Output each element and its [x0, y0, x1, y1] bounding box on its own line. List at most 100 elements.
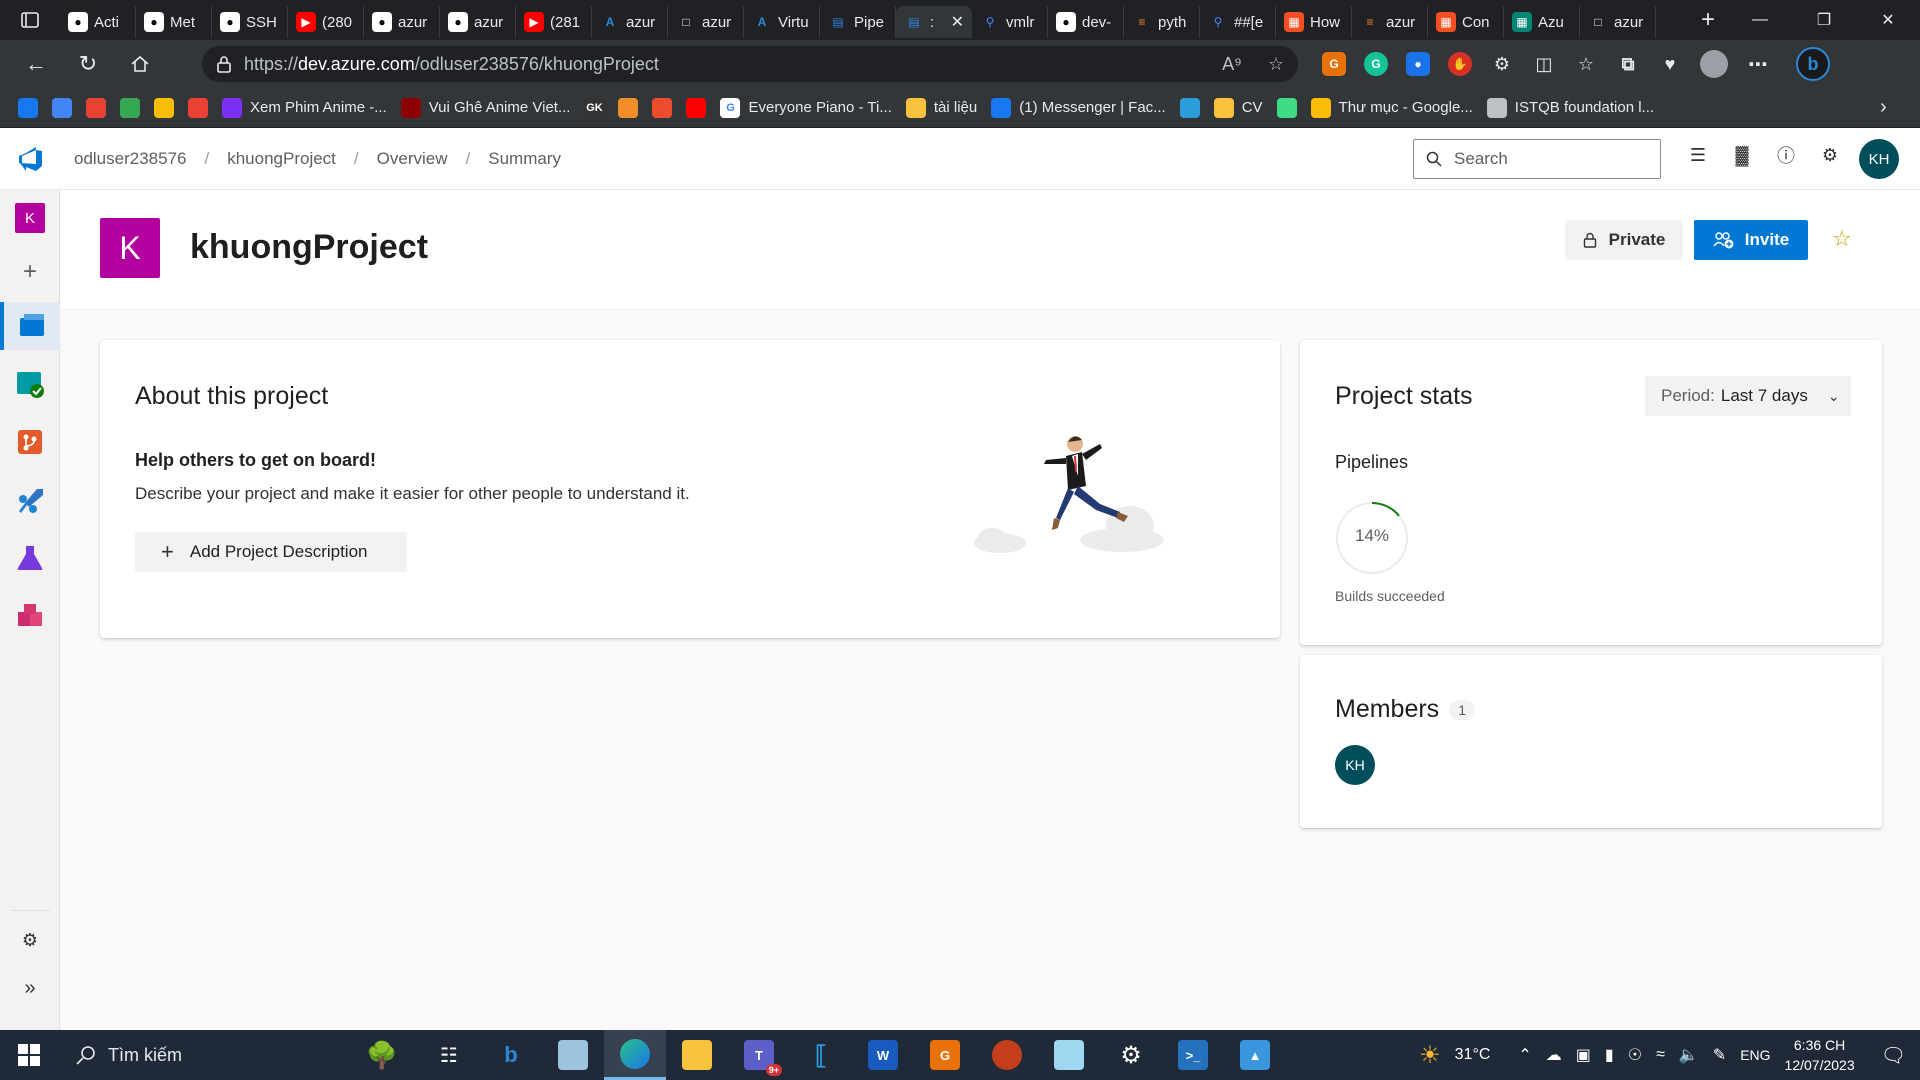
nav-project-overview[interactable]: K: [0, 194, 60, 242]
browser-tab[interactable]: □ azur: [668, 6, 744, 38]
nav-test-plans[interactable]: [0, 534, 60, 582]
refresh-button[interactable]: ↻: [62, 44, 114, 84]
onedrive-cloud-icon[interactable]: ☁: [1546, 1045, 1562, 1065]
close-tab-icon[interactable]: ✕: [951, 12, 964, 32]
browser-tab[interactable]: A Virtu: [744, 6, 820, 38]
bing-app[interactable]: b: [480, 1030, 542, 1080]
bookmark-item[interactable]: Xem Phim Anime -...: [222, 97, 387, 118]
azure-devops-logo-icon[interactable]: [0, 145, 60, 173]
collections-icon[interactable]: ⧉: [1616, 52, 1640, 76]
tab-actions-button[interactable]: [0, 0, 60, 40]
address-bar[interactable]: https://dev.azure.com/odluser238576/khuo…: [202, 46, 1298, 82]
pen-icon[interactable]: ✎: [1713, 1045, 1726, 1065]
translate-app[interactable]: G: [914, 1030, 976, 1080]
browser-tab[interactable]: ● Met: [136, 6, 212, 38]
browser-tab[interactable]: ⚲ ##[e: [1200, 6, 1276, 38]
browser-tab[interactable]: ▶ (280: [288, 6, 364, 38]
browser-tab[interactable]: ▤ Pipe: [820, 6, 896, 38]
ado-search-input[interactable]: Search: [1413, 139, 1661, 179]
settings-app[interactable]: ⚙: [1100, 1030, 1162, 1080]
member-avatar[interactable]: KH: [1335, 745, 1375, 785]
browser-tab[interactable]: ● azur: [440, 6, 516, 38]
bookmark-item[interactable]: [1276, 97, 1297, 118]
browser-tab[interactable]: ● azur: [364, 6, 440, 38]
display-icon[interactable]: ▣: [1576, 1045, 1591, 1065]
volume-icon[interactable]: 🔈: [1679, 1045, 1699, 1065]
browser-tab[interactable]: □ azur: [1580, 6, 1656, 38]
marketplace-bag-icon[interactable]: ▓: [1732, 145, 1752, 166]
profile-avatar-icon[interactable]: [1700, 50, 1728, 78]
weather-temperature[interactable]: 31°C: [1455, 1046, 1491, 1064]
browser-tab[interactable]: ≡ azur: [1352, 6, 1428, 38]
help-icon[interactable]: ⓘ: [1776, 142, 1796, 168]
browser-tab[interactable]: ▦ How: [1276, 6, 1352, 38]
browser-tab[interactable]: ▤: ✕: [896, 6, 972, 38]
bookmark-item[interactable]: [120, 97, 140, 118]
bookmark-item[interactable]: (1) Messenger | Fac...: [991, 97, 1166, 118]
browser-essentials-icon[interactable]: ♥: [1658, 52, 1682, 76]
breadcrumb-summary[interactable]: Summary: [488, 149, 561, 169]
private-button[interactable]: Private: [1565, 220, 1683, 260]
bookmark-item[interactable]: CV: [1213, 97, 1263, 118]
show-hidden-icons-chevron-icon[interactable]: ⌃: [1518, 1045, 1531, 1065]
bookmark-item[interactable]: [686, 97, 707, 118]
taskbar-clock[interactable]: 6:36 CH 12/07/2023: [1785, 1035, 1855, 1075]
split-screen-icon[interactable]: ◫: [1532, 52, 1556, 76]
nav-artifacts[interactable]: [0, 592, 60, 640]
user-avatar[interactable]: KH: [1859, 139, 1899, 179]
bookmark-item[interactable]: Vui Ghê Anime Viet...: [400, 97, 570, 118]
wifi-icon[interactable]: ≈: [1656, 1046, 1665, 1064]
browser-tab[interactable]: ● dev-: [1048, 6, 1124, 38]
app-frame[interactable]: [542, 1030, 604, 1080]
favorites-icon[interactable]: ☆: [1574, 52, 1598, 76]
bookmark-item[interactable]: [86, 97, 106, 118]
expand-nav-chevron-icon[interactable]: »: [0, 964, 60, 1012]
bookmarks-overflow-chevron-icon[interactable]: ›: [1880, 96, 1887, 119]
grammarly-extension-icon[interactable]: G: [1364, 52, 1388, 76]
bing-chat-icon[interactable]: b: [1796, 47, 1830, 81]
bookmark-item[interactable]: [52, 97, 72, 118]
meet-now-icon[interactable]: ☉: [1628, 1045, 1642, 1065]
bookmark-item[interactable]: GK: [584, 97, 605, 118]
bookmark-item[interactable]: [154, 97, 174, 118]
restore-button[interactable]: ❐: [1792, 0, 1856, 40]
bookmark-item[interactable]: ISTQB foundation l...: [1486, 97, 1654, 118]
home-button[interactable]: [114, 44, 166, 84]
browser-tab[interactable]: ● SSH: [212, 6, 288, 38]
translate-extension-icon[interactable]: G: [1322, 52, 1346, 76]
minimize-button[interactable]: —: [1728, 0, 1792, 40]
word-app[interactable]: W: [852, 1030, 914, 1080]
breadcrumb-overview[interactable]: Overview: [377, 149, 448, 169]
bookmark-item[interactable]: tài liệu: [905, 97, 977, 118]
photos-app[interactable]: ▲: [1224, 1030, 1286, 1080]
taskbar-search[interactable]: Tìm kiếm 🌳: [58, 1030, 418, 1080]
breadcrumb-project[interactable]: khuongProject: [227, 149, 336, 169]
teams-app[interactable]: T 9+: [728, 1030, 790, 1080]
add-project-description-button[interactable]: + Add Project Description: [135, 532, 407, 572]
more-options-icon[interactable]: ⋯: [1746, 52, 1770, 76]
notepad-app[interactable]: [1038, 1030, 1100, 1080]
input-language[interactable]: ENG: [1740, 1047, 1770, 1063]
nav-add-button[interactable]: +: [0, 248, 60, 296]
project-settings-gear-icon[interactable]: ⚙: [0, 916, 60, 964]
water-drop-extension-icon[interactable]: ●: [1406, 52, 1430, 76]
browser-tab[interactable]: ▦ Azu: [1504, 6, 1580, 38]
user-settings-icon[interactable]: ⚙: [1820, 145, 1840, 166]
battery-icon[interactable]: ▮: [1605, 1045, 1614, 1065]
invite-button[interactable]: Invite: [1694, 220, 1808, 260]
weather-icon[interactable]: ☀: [1419, 1041, 1441, 1070]
powershell-app[interactable]: >_: [1162, 1030, 1224, 1080]
snipping-app[interactable]: [976, 1030, 1038, 1080]
favorite-star-icon[interactable]: ☆: [1268, 54, 1284, 75]
nav-overview[interactable]: [0, 302, 60, 350]
vscode-app[interactable]: ⟦: [790, 1030, 852, 1080]
bookmark-item[interactable]: Thư mục - Google...: [1310, 97, 1473, 118]
browser-tab[interactable]: ● Acti: [60, 6, 136, 38]
notifications-icon[interactable]: 🗨: [1881, 1043, 1906, 1068]
bookmark-item[interactable]: [18, 97, 38, 118]
new-tab-button[interactable]: +: [1688, 6, 1728, 34]
bookmark-item[interactable]: [618, 97, 639, 118]
edge-app[interactable]: [604, 1030, 666, 1080]
back-button[interactable]: ←: [10, 44, 62, 84]
nav-pipelines[interactable]: [0, 476, 60, 524]
